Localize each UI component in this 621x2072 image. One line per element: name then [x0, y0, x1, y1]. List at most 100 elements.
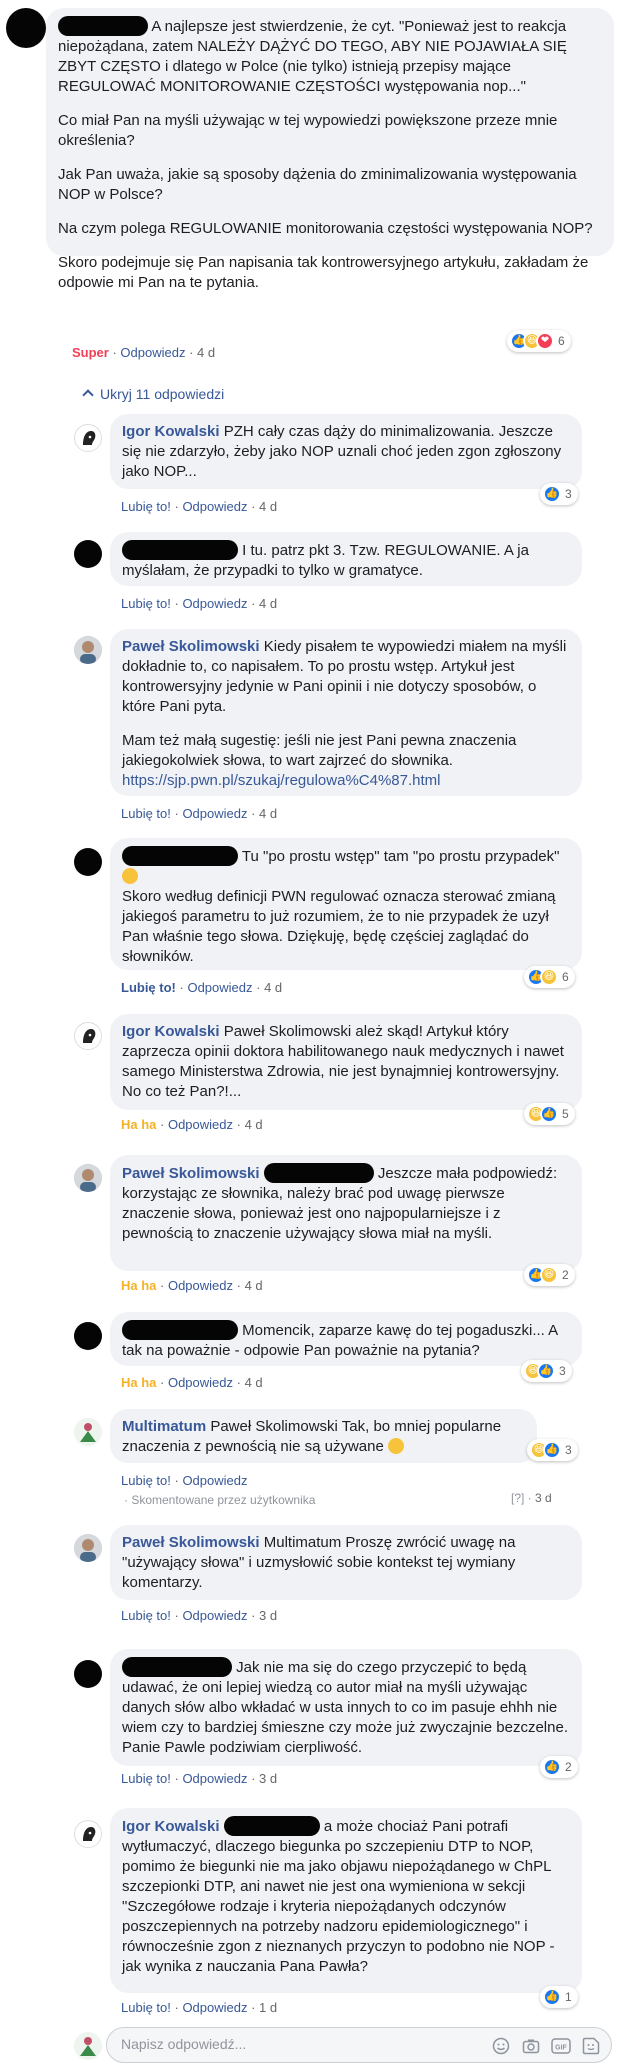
- reply-link[interactable]: Odpowiedz: [168, 1117, 233, 1132]
- timestamp[interactable]: 4 d: [264, 980, 282, 995]
- reply-link[interactable]: Odpowiedz: [182, 1473, 247, 1488]
- reply-composer: GIF: [106, 2027, 612, 2063]
- comment-bubble: A najlepsze jest stwierdzenie, że cyt. "…: [46, 8, 614, 291]
- author-name[interactable]: Paweł Skolimowski: [122, 1165, 260, 1182]
- avatar[interactable]: [74, 1322, 102, 1350]
- timestamp[interactable]: 4 d: [259, 499, 277, 514]
- redacted-name: [223, 1816, 320, 1836]
- like-link[interactable]: Lubię to!: [121, 1473, 171, 1488]
- reaction-summary[interactable]: 😆 👍 5: [524, 1103, 575, 1125]
- reply-input[interactable]: [121, 2036, 441, 2052]
- reply-link[interactable]: Odpowiedz: [120, 345, 185, 360]
- reply-link[interactable]: Odpowiedz: [168, 1375, 233, 1390]
- author-name[interactable]: Igor Kowalski: [122, 423, 220, 440]
- reply-link[interactable]: Odpowiedz: [187, 980, 252, 995]
- reply-link[interactable]: Odpowiedz: [182, 1608, 247, 1623]
- reaction-summary[interactable]: 👍 1: [540, 1986, 578, 2008]
- chevron-up-icon: [82, 389, 94, 401]
- avatar-photo-icon: [74, 1534, 102, 1562]
- comment-actions: Lubię to! · Odpowiedz: [121, 1473, 248, 1488]
- avatar[interactable]: [74, 1418, 102, 1446]
- haha-reaction-label[interactable]: Ha ha: [121, 1278, 156, 1293]
- reply-bubble: Momencik, zaparze kawę do tej pogaduszki…: [110, 1312, 582, 1366]
- haha-reaction-label[interactable]: Ha ha: [121, 1375, 156, 1390]
- author-name[interactable]: Paweł Skolimowski: [122, 638, 260, 655]
- like-link[interactable]: Lubię to!: [121, 499, 171, 514]
- smile-emoji-icon: [122, 868, 138, 884]
- reply-link[interactable]: Odpowiedz: [182, 1771, 247, 1786]
- avatar[interactable]: [74, 1820, 102, 1848]
- sticker-icon[interactable]: [581, 2036, 601, 2056]
- love-reaction-icon: ❤: [536, 332, 554, 350]
- avatar[interactable]: [74, 1164, 102, 1192]
- reply-link[interactable]: Odpowiedz: [182, 499, 247, 514]
- emoji-icon[interactable]: [491, 2036, 511, 2056]
- timestamp[interactable]: 4 d: [245, 1117, 263, 1132]
- timestamp[interactable]: 3 d: [259, 1608, 277, 1623]
- avatar[interactable]: [6, 8, 46, 48]
- author-name[interactable]: Paweł Skolimowski: [122, 1534, 260, 1551]
- dictionary-link[interactable]: https://sjp.pwn.pl/szukaj/regulowa%C4%87…: [122, 772, 441, 789]
- help-marker[interactable]: [?] ·: [511, 1491, 532, 1505]
- timestamp[interactable]: 4 d: [197, 345, 215, 360]
- timestamp[interactable]: 4 d: [245, 1375, 263, 1390]
- timestamp[interactable]: 3 d: [259, 1771, 277, 1786]
- author-name[interactable]: Igor Kowalski: [122, 1818, 220, 1835]
- avatar-face-icon: [76, 1822, 101, 1847]
- like-link[interactable]: Lubię to!: [121, 1608, 171, 1623]
- reaction-summary[interactable]: 👍 😆 2: [524, 1264, 575, 1286]
- reaction-summary[interactable]: 😆 👍 3: [521, 1360, 572, 1382]
- like-reaction-icon: 👍: [543, 1441, 561, 1459]
- reply-bubble: Igor Kowalski a może chociaż Pani potraf…: [110, 1808, 582, 1993]
- like-link[interactable]: Lubię to!: [121, 2000, 171, 2015]
- avatar[interactable]: [74, 848, 102, 876]
- current-user-avatar[interactable]: [74, 2032, 102, 2060]
- author-name[interactable]: Multimatum: [122, 1418, 206, 1435]
- comment-actions: Ha ha · Odpowiedz · 4 d: [121, 1278, 263, 1293]
- like-link[interactable]: Lubię to!: [121, 806, 171, 821]
- avatar[interactable]: [74, 540, 102, 568]
- reaction-summary[interactable]: 😆 👍 3: [527, 1439, 578, 1461]
- haha-reaction-icon: 😆: [540, 968, 558, 986]
- avatar[interactable]: [74, 636, 102, 664]
- like-link[interactable]: Lubię to!: [121, 980, 176, 995]
- comment-text: Na czym polega REGULOWANIE monitorowania…: [58, 220, 593, 237]
- comment-actions: Lubię to! · Odpowiedz · 3 d: [121, 1608, 278, 1623]
- reaction-label[interactable]: Super: [72, 345, 109, 360]
- reply-link[interactable]: Odpowiedz: [182, 596, 247, 611]
- reaction-summary[interactable]: 👍 😆 ❤ 6: [507, 330, 571, 352]
- like-reaction-icon: 👍: [543, 485, 561, 503]
- timestamp[interactable]: 4 d: [259, 806, 277, 821]
- comment-text: Co miał Pan na myśli używając w tej wypo…: [58, 112, 558, 149]
- reaction-summary[interactable]: 👍 3: [540, 483, 578, 505]
- camera-icon[interactable]: [521, 2036, 541, 2056]
- reply-link[interactable]: Odpowiedz: [182, 806, 247, 821]
- timestamp[interactable]: 1 d: [259, 2000, 277, 2015]
- comment-actions: Lubię to! · Odpowiedz · 1 d: [121, 2000, 278, 2015]
- avatar[interactable]: [74, 1022, 102, 1050]
- reaction-summary[interactable]: 👍 2: [540, 1756, 578, 1778]
- redacted-name: [122, 540, 238, 560]
- reply-bubble: Paweł Skolimowski Kiedy pisałem te wypow…: [110, 629, 582, 796]
- like-reaction-icon: 👍: [540, 1105, 558, 1123]
- comment-actions: Super · Odpowiedz · 4 d: [72, 345, 216, 360]
- gif-icon[interactable]: GIF: [551, 2036, 571, 2056]
- avatar[interactable]: [74, 1534, 102, 1562]
- like-link[interactable]: Lubię to!: [121, 1771, 171, 1786]
- reply-bubble: Paweł Skolimowski Jeszcze mała podpowied…: [110, 1155, 582, 1271]
- hide-replies-link[interactable]: Ukryj 11 odpowiedzi: [82, 384, 224, 404]
- author-name[interactable]: Igor Kowalski: [122, 1023, 220, 1040]
- haha-reaction-label[interactable]: Ha ha: [121, 1117, 156, 1132]
- like-reaction-icon: 👍: [537, 1362, 555, 1380]
- avatar[interactable]: [74, 424, 102, 452]
- reply-link[interactable]: Odpowiedz: [168, 1278, 233, 1293]
- reply-link[interactable]: Odpowiedz: [182, 2000, 247, 2015]
- reaction-summary[interactable]: 👍 😆 6: [524, 966, 575, 988]
- like-reaction-icon: 👍: [543, 1758, 561, 1776]
- avatar[interactable]: [74, 1660, 102, 1688]
- timestamp[interactable]: 3 d: [535, 1491, 552, 1505]
- like-link[interactable]: Lubię to!: [121, 596, 171, 611]
- timestamp[interactable]: 4 d: [245, 1278, 263, 1293]
- timestamp[interactable]: 4 d: [259, 596, 277, 611]
- reply-bubble: Jak nie ma się do czego przyczepić to bę…: [110, 1649, 582, 1766]
